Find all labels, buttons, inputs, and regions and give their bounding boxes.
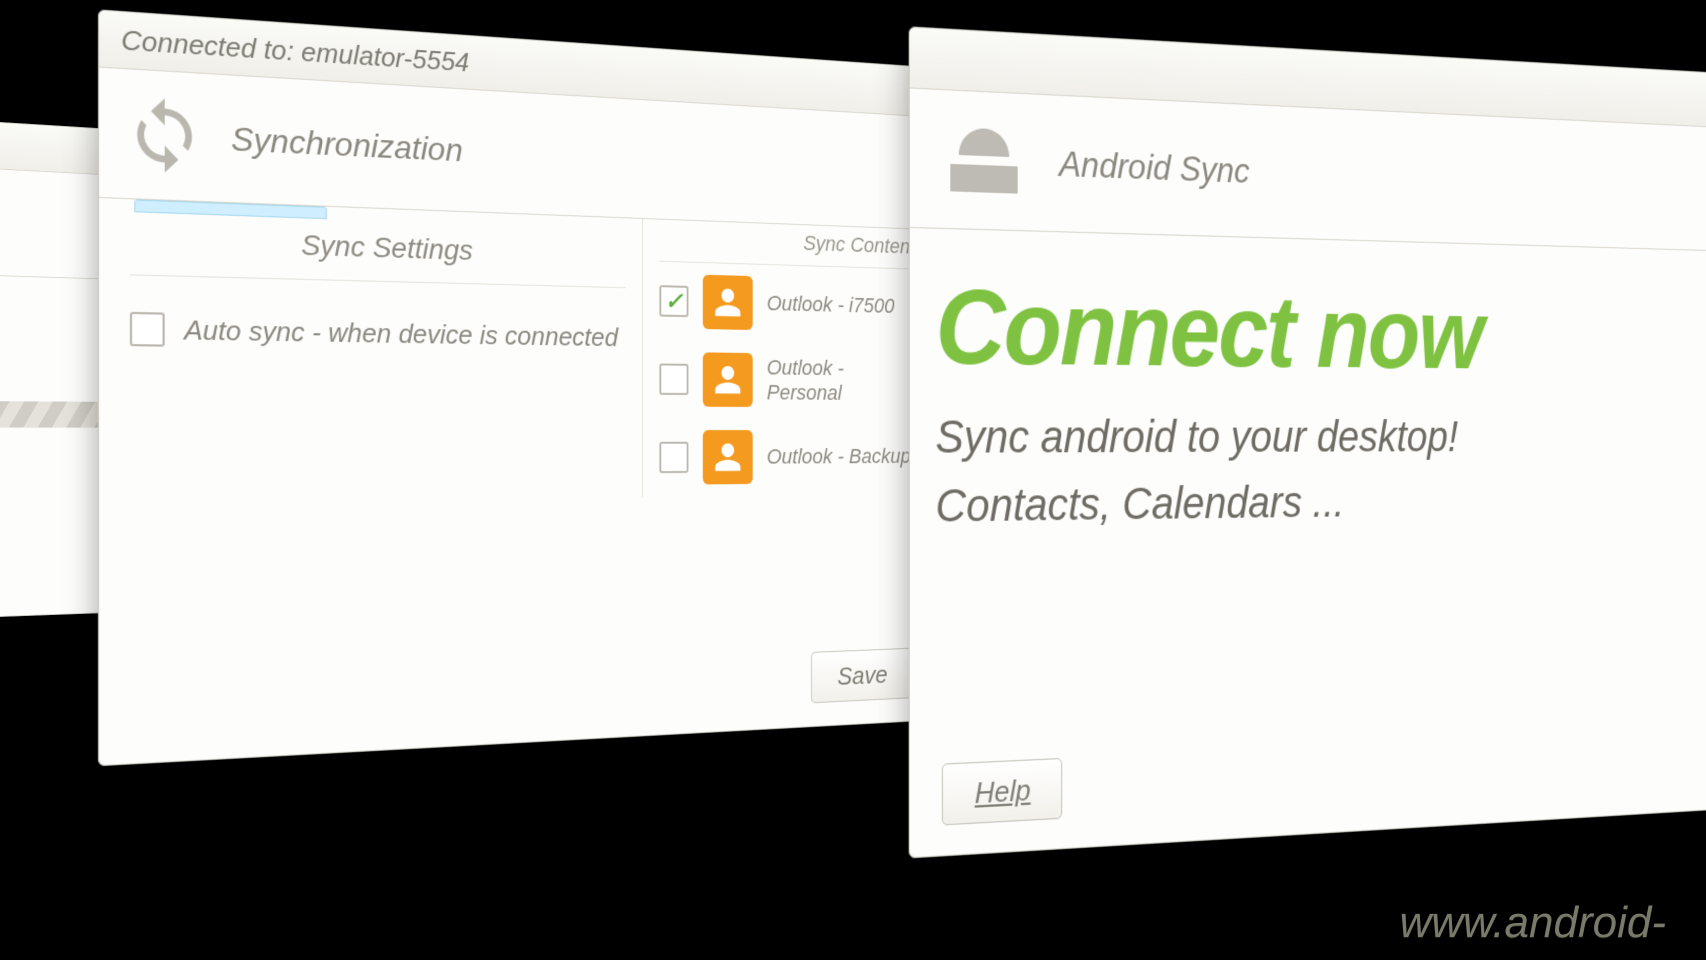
sync-settings-window: Connected to: emulator-5554 Synchronizat… bbox=[98, 9, 939, 766]
person-icon bbox=[703, 352, 753, 407]
item-checkbox[interactable] bbox=[659, 285, 688, 317]
person-icon bbox=[703, 275, 753, 330]
sync-content-item[interactable]: Outlook - Personal bbox=[659, 340, 920, 419]
sync-icon bbox=[123, 93, 205, 178]
android-icon bbox=[933, 115, 1034, 206]
help-button[interactable]: Help bbox=[942, 758, 1063, 826]
sync-content-item[interactable]: Outlook - Backup bbox=[659, 418, 920, 496]
save-button[interactable]: Save bbox=[811, 648, 914, 704]
person-icon bbox=[703, 430, 753, 484]
watermark-url: www.android- bbox=[1399, 898, 1666, 948]
item-label: Outlook - Personal bbox=[767, 355, 920, 406]
sync-content-item[interactable]: Outlook - i7500 bbox=[659, 262, 920, 345]
item-label: Outlook - i7500 bbox=[767, 291, 895, 319]
connect-window: Android Sync Connect now Sync android to… bbox=[909, 26, 1706, 858]
autosync-label: Auto sync - when device is connected bbox=[184, 313, 618, 352]
header-label: Android Sync bbox=[1059, 143, 1250, 192]
header-label: Synchronization bbox=[231, 119, 463, 169]
item-label: Outlook - Backup bbox=[767, 444, 911, 469]
subtitle-line2: Contacts, Calendars ... bbox=[910, 465, 1706, 538]
autosync-row[interactable]: Auto sync - when device is connected bbox=[130, 275, 626, 386]
item-checkbox[interactable] bbox=[659, 442, 688, 473]
autosync-checkbox[interactable] bbox=[130, 312, 165, 347]
headline: Connect now bbox=[910, 228, 1706, 403]
subtitle-line1: Sync android to your desktop! bbox=[910, 400, 1706, 469]
item-checkbox[interactable] bbox=[659, 363, 688, 395]
